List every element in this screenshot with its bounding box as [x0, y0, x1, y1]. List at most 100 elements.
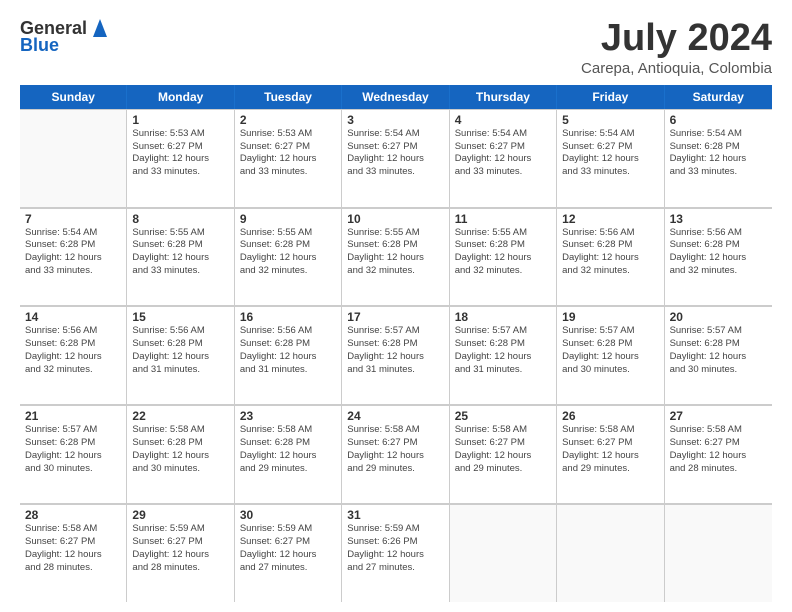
day-number: 7: [25, 212, 122, 226]
day-number: 5: [562, 113, 659, 127]
day-number: 12: [562, 212, 659, 226]
day-number: 19: [562, 310, 659, 324]
calendar-cell: 20Sunrise: 5:57 AM Sunset: 6:28 PM Dayli…: [665, 306, 772, 404]
calendar-cell: 26Sunrise: 5:58 AM Sunset: 6:27 PM Dayli…: [557, 405, 664, 503]
day-info: Sunrise: 5:59 AM Sunset: 6:27 PM Dayligh…: [132, 523, 229, 574]
calendar-cell: [557, 504, 664, 602]
day-number: 20: [670, 310, 768, 324]
calendar-cell: 7Sunrise: 5:54 AM Sunset: 6:28 PM Daylig…: [20, 208, 127, 306]
day-info: Sunrise: 5:57 AM Sunset: 6:28 PM Dayligh…: [347, 325, 444, 376]
day-info: Sunrise: 5:55 AM Sunset: 6:28 PM Dayligh…: [240, 227, 337, 278]
day-number: 18: [455, 310, 552, 324]
calendar-cell: 21Sunrise: 5:57 AM Sunset: 6:28 PM Dayli…: [20, 405, 127, 503]
header-sunday: Sunday: [20, 85, 127, 109]
day-number: 10: [347, 212, 444, 226]
header: General Blue July 2024 Carepa, Antioquia…: [20, 18, 772, 77]
day-info: Sunrise: 5:58 AM Sunset: 6:27 PM Dayligh…: [455, 424, 552, 475]
day-number: 15: [132, 310, 229, 324]
day-info: Sunrise: 5:54 AM Sunset: 6:27 PM Dayligh…: [455, 128, 552, 179]
day-number: 27: [670, 409, 768, 423]
day-info: Sunrise: 5:54 AM Sunset: 6:28 PM Dayligh…: [25, 227, 122, 278]
calendar-row-0: 1Sunrise: 5:53 AM Sunset: 6:27 PM Daylig…: [20, 109, 772, 208]
calendar-cell: [450, 504, 557, 602]
day-number: 25: [455, 409, 552, 423]
calendar-cell: 4Sunrise: 5:54 AM Sunset: 6:27 PM Daylig…: [450, 109, 557, 207]
calendar-cell: 17Sunrise: 5:57 AM Sunset: 6:28 PM Dayli…: [342, 306, 449, 404]
calendar-row-2: 14Sunrise: 5:56 AM Sunset: 6:28 PM Dayli…: [20, 306, 772, 405]
calendar-cell: 11Sunrise: 5:55 AM Sunset: 6:28 PM Dayli…: [450, 208, 557, 306]
calendar-cell: 16Sunrise: 5:56 AM Sunset: 6:28 PM Dayli…: [235, 306, 342, 404]
day-info: Sunrise: 5:57 AM Sunset: 6:28 PM Dayligh…: [562, 325, 659, 376]
day-number: 1: [132, 113, 229, 127]
calendar-cell: 13Sunrise: 5:56 AM Sunset: 6:28 PM Dayli…: [665, 208, 772, 306]
calendar-cell: 31Sunrise: 5:59 AM Sunset: 6:26 PM Dayli…: [342, 504, 449, 602]
day-number: 8: [132, 212, 229, 226]
header-thursday: Thursday: [450, 85, 557, 109]
day-info: Sunrise: 5:59 AM Sunset: 6:27 PM Dayligh…: [240, 523, 337, 574]
calendar: SundayMondayTuesdayWednesdayThursdayFrid…: [20, 85, 772, 602]
calendar-cell: [20, 109, 127, 207]
calendar-cell: 5Sunrise: 5:54 AM Sunset: 6:27 PM Daylig…: [557, 109, 664, 207]
day-number: 9: [240, 212, 337, 226]
calendar-cell: 3Sunrise: 5:54 AM Sunset: 6:27 PM Daylig…: [342, 109, 449, 207]
day-number: 13: [670, 212, 768, 226]
calendar-cell: 15Sunrise: 5:56 AM Sunset: 6:28 PM Dayli…: [127, 306, 234, 404]
logo-blue: Blue: [20, 35, 59, 56]
day-info: Sunrise: 5:58 AM Sunset: 6:28 PM Dayligh…: [240, 424, 337, 475]
day-info: Sunrise: 5:56 AM Sunset: 6:28 PM Dayligh…: [670, 227, 768, 278]
calendar-cell: 25Sunrise: 5:58 AM Sunset: 6:27 PM Dayli…: [450, 405, 557, 503]
day-number: 30: [240, 508, 337, 522]
day-number: 3: [347, 113, 444, 127]
day-number: 17: [347, 310, 444, 324]
calendar-cell: 10Sunrise: 5:55 AM Sunset: 6:28 PM Dayli…: [342, 208, 449, 306]
calendar-cell: 22Sunrise: 5:58 AM Sunset: 6:28 PM Dayli…: [127, 405, 234, 503]
day-info: Sunrise: 5:53 AM Sunset: 6:27 PM Dayligh…: [132, 128, 229, 179]
logo-icon: [89, 19, 111, 37]
day-info: Sunrise: 5:55 AM Sunset: 6:28 PM Dayligh…: [455, 227, 552, 278]
calendar-row-3: 21Sunrise: 5:57 AM Sunset: 6:28 PM Dayli…: [20, 405, 772, 504]
calendar-cell: 2Sunrise: 5:53 AM Sunset: 6:27 PM Daylig…: [235, 109, 342, 207]
location-title: Carepa, Antioquia, Colombia: [581, 60, 772, 77]
month-title: July 2024: [581, 18, 772, 60]
day-info: Sunrise: 5:54 AM Sunset: 6:27 PM Dayligh…: [347, 128, 444, 179]
calendar-cell: 23Sunrise: 5:58 AM Sunset: 6:28 PM Dayli…: [235, 405, 342, 503]
day-info: Sunrise: 5:55 AM Sunset: 6:28 PM Dayligh…: [132, 227, 229, 278]
day-info: Sunrise: 5:59 AM Sunset: 6:26 PM Dayligh…: [347, 523, 444, 574]
day-info: Sunrise: 5:58 AM Sunset: 6:27 PM Dayligh…: [347, 424, 444, 475]
calendar-cell: 6Sunrise: 5:54 AM Sunset: 6:28 PM Daylig…: [665, 109, 772, 207]
calendar-cell: 9Sunrise: 5:55 AM Sunset: 6:28 PM Daylig…: [235, 208, 342, 306]
day-number: 22: [132, 409, 229, 423]
day-info: Sunrise: 5:58 AM Sunset: 6:27 PM Dayligh…: [562, 424, 659, 475]
calendar-cell: 24Sunrise: 5:58 AM Sunset: 6:27 PM Dayli…: [342, 405, 449, 503]
calendar-cell: 19Sunrise: 5:57 AM Sunset: 6:28 PM Dayli…: [557, 306, 664, 404]
day-info: Sunrise: 5:57 AM Sunset: 6:28 PM Dayligh…: [25, 424, 122, 475]
day-info: Sunrise: 5:56 AM Sunset: 6:28 PM Dayligh…: [132, 325, 229, 376]
day-number: 21: [25, 409, 122, 423]
header-wednesday: Wednesday: [342, 85, 449, 109]
calendar-cell: 27Sunrise: 5:58 AM Sunset: 6:27 PM Dayli…: [665, 405, 772, 503]
day-info: Sunrise: 5:56 AM Sunset: 6:28 PM Dayligh…: [25, 325, 122, 376]
day-info: Sunrise: 5:56 AM Sunset: 6:28 PM Dayligh…: [562, 227, 659, 278]
title-area: July 2024 Carepa, Antioquia, Colombia: [581, 18, 772, 77]
day-number: 16: [240, 310, 337, 324]
calendar-cell: [665, 504, 772, 602]
calendar-body: 1Sunrise: 5:53 AM Sunset: 6:27 PM Daylig…: [20, 109, 772, 602]
day-number: 2: [240, 113, 337, 127]
day-info: Sunrise: 5:57 AM Sunset: 6:28 PM Dayligh…: [670, 325, 768, 376]
day-info: Sunrise: 5:56 AM Sunset: 6:28 PM Dayligh…: [240, 325, 337, 376]
header-saturday: Saturday: [665, 85, 772, 109]
header-tuesday: Tuesday: [235, 85, 342, 109]
day-info: Sunrise: 5:58 AM Sunset: 6:27 PM Dayligh…: [25, 523, 122, 574]
day-number: 23: [240, 409, 337, 423]
day-number: 24: [347, 409, 444, 423]
day-info: Sunrise: 5:54 AM Sunset: 6:27 PM Dayligh…: [562, 128, 659, 179]
calendar-cell: 29Sunrise: 5:59 AM Sunset: 6:27 PM Dayli…: [127, 504, 234, 602]
day-number: 31: [347, 508, 444, 522]
day-info: Sunrise: 5:58 AM Sunset: 6:28 PM Dayligh…: [132, 424, 229, 475]
day-info: Sunrise: 5:57 AM Sunset: 6:28 PM Dayligh…: [455, 325, 552, 376]
calendar-cell: 12Sunrise: 5:56 AM Sunset: 6:28 PM Dayli…: [557, 208, 664, 306]
calendar-page: General Blue July 2024 Carepa, Antioquia…: [0, 0, 792, 612]
calendar-cell: 8Sunrise: 5:55 AM Sunset: 6:28 PM Daylig…: [127, 208, 234, 306]
calendar-row-1: 7Sunrise: 5:54 AM Sunset: 6:28 PM Daylig…: [20, 208, 772, 307]
day-number: 11: [455, 212, 552, 226]
